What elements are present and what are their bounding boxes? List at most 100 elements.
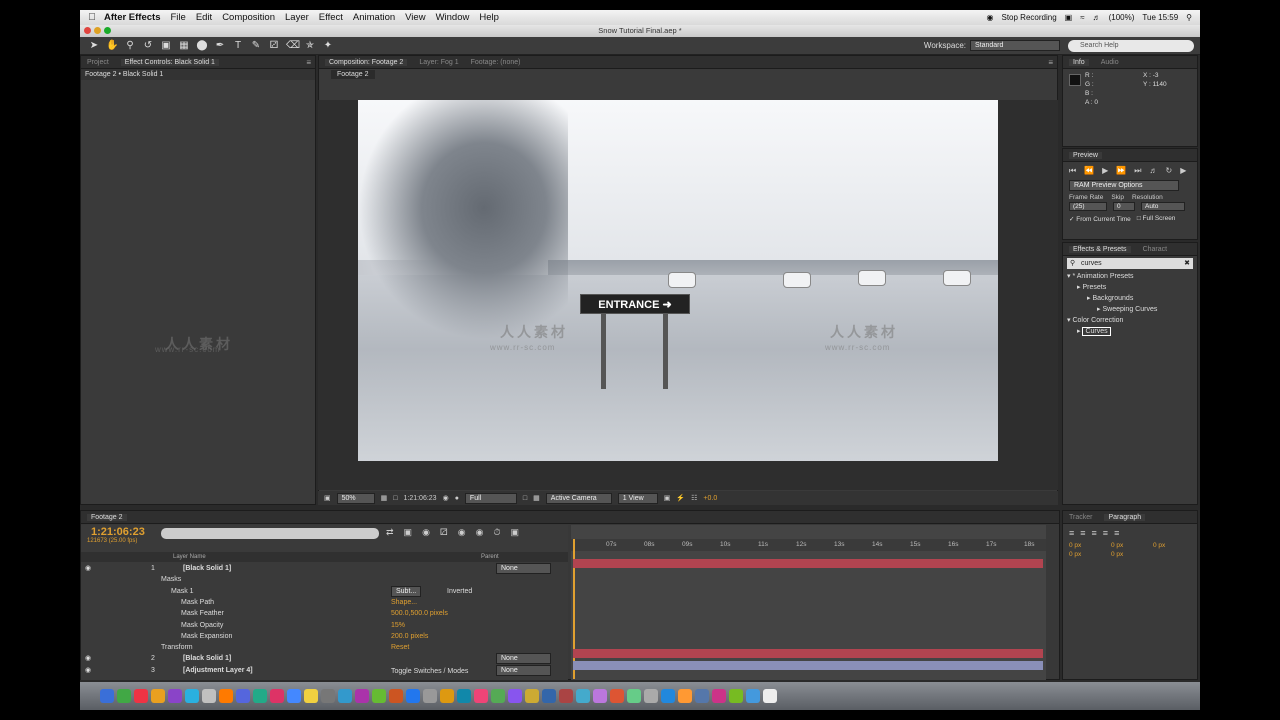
effects-search-input[interactable]: ⚲ curves ✖: [1067, 258, 1193, 269]
dock-app-icon[interactable]: [372, 689, 386, 703]
dock-app-icon[interactable]: [491, 689, 505, 703]
brainstorm-icon[interactable]: ◉: [476, 527, 484, 538]
resolution-field[interactable]: Auto: [1141, 202, 1185, 211]
space-before-field[interactable]: 0 px: [1069, 551, 1107, 558]
tab-tracker[interactable]: Tracker: [1069, 514, 1092, 521]
col-layer-name[interactable]: Layer Name: [173, 552, 206, 562]
volume-icon[interactable]: ♬: [1093, 13, 1101, 22]
dock-app-icon[interactable]: [525, 689, 539, 703]
dock-app-icon[interactable]: [627, 689, 641, 703]
safe-zones-icon[interactable]: ▦: [381, 494, 388, 502]
mask-visibility-icon[interactable]: □: [393, 495, 397, 502]
type-tool-icon[interactable]: T: [232, 40, 244, 51]
stop-recording-label[interactable]: Stop Recording: [1002, 13, 1057, 22]
layer-bar[interactable]: [573, 559, 1043, 568]
dock-app-icon[interactable]: [559, 689, 573, 703]
skip-field[interactable]: 0: [1113, 202, 1135, 211]
dock-app-icon[interactable]: [542, 689, 556, 703]
property-value[interactable]: 15%: [391, 620, 405, 631]
camera-tool-icon[interactable]: ▣: [160, 40, 172, 51]
dock-app-icon[interactable]: [746, 689, 760, 703]
property-row[interactable]: Mask Feather 500.0,500.0 pixels: [81, 608, 568, 619]
property-row[interactable]: Mask Path Shape...: [81, 597, 568, 608]
battery-label[interactable]: (100%): [1109, 13, 1135, 22]
brush-tool-icon[interactable]: ✎: [250, 40, 262, 51]
timeline-timecode[interactable]: 1:21:06:23: [91, 526, 145, 538]
dock-app-icon[interactable]: [763, 689, 777, 703]
frame-blending-icon[interactable]: ⚂: [440, 527, 448, 538]
tab-paragraph[interactable]: Paragraph: [1104, 513, 1146, 521]
ellipse-tool-icon[interactable]: ⬤: [196, 40, 208, 51]
dock-app-icon[interactable]: [151, 689, 165, 703]
audio-icon[interactable]: ♬: [1150, 166, 1158, 176]
menu-window[interactable]: Window: [436, 12, 470, 23]
dock-app-icon[interactable]: [695, 689, 709, 703]
tab-character[interactable]: Charact: [1143, 246, 1168, 253]
dock-app-icon[interactable]: [457, 689, 471, 703]
display-icon[interactable]: ▣: [1065, 13, 1073, 22]
close-icon[interactable]: [84, 27, 91, 34]
dock-app-icon[interactable]: [474, 689, 488, 703]
indent-first-field[interactable]: 0 px: [1153, 542, 1191, 549]
menu-composition[interactable]: Composition: [222, 12, 275, 23]
parent-dropdown[interactable]: None: [496, 653, 551, 665]
layer-row[interactable]: 3 ◉ [Adjustment Layer 4] None: [81, 664, 568, 676]
dock-app-icon[interactable]: [338, 689, 352, 703]
dock-app-icon[interactable]: [202, 689, 216, 703]
loop-icon[interactable]: ↻: [1166, 166, 1173, 176]
viewer-timecode[interactable]: 1:21:06:23: [403, 495, 436, 502]
dock-app-icon[interactable]: [729, 689, 743, 703]
layer-row[interactable]: 2 ◉ [Black Solid 1] None: [81, 653, 568, 665]
dock-app-icon[interactable]: [423, 689, 437, 703]
property-value[interactable]: 500.0,500.0 pixels: [391, 608, 448, 619]
roto-tool-icon[interactable]: ✯: [304, 40, 316, 51]
auto-keyframe-icon[interactable]: ⏱: [493, 527, 500, 538]
tab-layer[interactable]: Layer: Fog 1: [419, 59, 458, 66]
toggle-pixel-aspect-icon[interactable]: ▣: [664, 494, 671, 502]
apple-icon[interactable]: : [80, 12, 104, 23]
transparency-grid-icon[interactable]: ▦: [533, 494, 540, 502]
dock-app-icon[interactable]: [593, 689, 607, 703]
dock-app-icon[interactable]: [610, 689, 624, 703]
hide-shy-icon[interactable]: ◉: [422, 527, 430, 538]
rotate-tool-icon[interactable]: ↺: [142, 40, 154, 51]
prev-frame-icon[interactable]: ⏪: [1084, 166, 1094, 176]
layer-bar[interactable]: [573, 661, 1043, 670]
tab-composition[interactable]: Composition: Footage 2: [325, 58, 408, 66]
graph-editor-icon[interactable]: ▣: [511, 527, 520, 538]
ram-preview-icon[interactable]: ▶: [1180, 166, 1186, 176]
dock-app-icon[interactable]: [117, 689, 131, 703]
region-of-interest-icon[interactable]: □: [523, 495, 527, 502]
puppet-tool-icon[interactable]: ✦: [322, 40, 334, 51]
tab-preview[interactable]: Preview: [1069, 151, 1102, 159]
dock-app-icon[interactable]: [355, 689, 369, 703]
tab-info[interactable]: Info: [1069, 58, 1089, 66]
dock-app-icon[interactable]: [270, 689, 284, 703]
hand-tool-icon[interactable]: ✋: [106, 40, 118, 51]
property-row[interactable]: Mask 1 Subt... Inverted: [81, 585, 568, 597]
menu-layer[interactable]: Layer: [285, 12, 309, 23]
tab-effect-controls[interactable]: Effect Controls: Black Solid 1: [120, 58, 219, 66]
effects-tree-item[interactable]: ▸ Presets: [1063, 282, 1197, 293]
views-dropdown[interactable]: 1 View: [617, 492, 658, 504]
comp-mini-flowchart-icon[interactable]: ⇄: [386, 527, 394, 538]
dock-app-icon[interactable]: [644, 689, 658, 703]
eye-icon[interactable]: ◉: [85, 563, 91, 574]
dock-app-icon[interactable]: [100, 689, 114, 703]
spotlight-icon[interactable]: ⚲: [1186, 13, 1192, 22]
justify-all-icon[interactable]: ≡: [1114, 528, 1119, 538]
layer-row[interactable]: 1 ◉ [Black Solid 1] None: [81, 563, 568, 574]
clock[interactable]: Tue 15:59: [1142, 13, 1178, 22]
mask-mode-dropdown[interactable]: Subt...: [391, 585, 422, 597]
ram-preview-options[interactable]: RAM Preview Options: [1069, 180, 1179, 191]
dock-app-icon[interactable]: [185, 689, 199, 703]
app-menu[interactable]: After Effects: [104, 12, 161, 23]
selection-tool-icon[interactable]: ➤: [88, 40, 100, 51]
zoom-icon[interactable]: [104, 27, 111, 34]
menu-effect[interactable]: Effect: [319, 12, 343, 23]
dock-app-icon[interactable]: [253, 689, 267, 703]
eye-icon[interactable]: ◉: [85, 665, 91, 676]
tab-project[interactable]: Project: [87, 59, 109, 66]
align-center-icon[interactable]: ≡: [1080, 528, 1085, 538]
parent-dropdown[interactable]: None: [496, 664, 551, 676]
